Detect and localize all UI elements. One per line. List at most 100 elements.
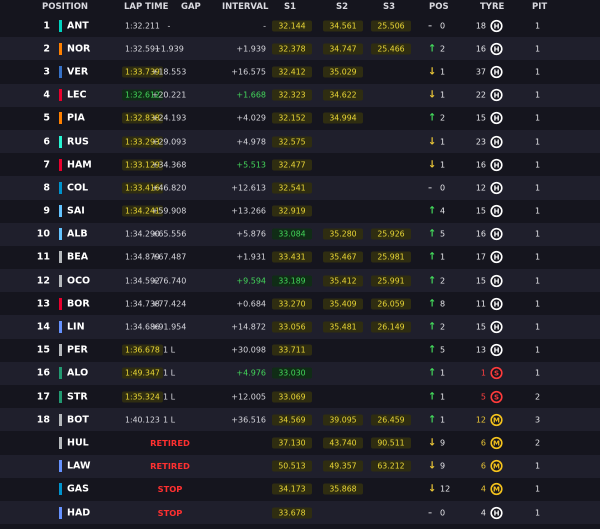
pit-stops: 1 [535,276,541,286]
driver-row[interactable]: 17 STR 1:35.324 1 L +12.005 33.069 ↑ 1 5 S 2 [0,385,600,408]
sector-2-time: 35.481 [323,321,363,333]
gap-value: +18.553 [151,67,187,77]
pit-stops: 1 [535,21,541,31]
pit-stops: 2 [535,438,541,448]
sector-1-time: 34.569 [272,414,312,426]
tyre-laps: 16 [475,229,486,239]
gap-value: +59.908 [151,206,187,216]
interval-value: +12.005 [231,392,266,402]
position-change-icon: ↓ [428,159,437,171]
driver-code: BOR [67,298,90,310]
header-pit[interactable]: PIT [532,2,547,12]
header-interval[interactable]: INTERVAL [222,2,268,12]
driver-row[interactable]: 3 VER 1:33.739 +18.553 +16.575 32.412 35.029 ↓ 1… [0,60,600,83]
sector-1-time: 32.919 [272,205,312,217]
sector-1-time: 32.378 [272,43,312,55]
driver-row[interactable]: 14 LIN 1:34.686 +91.954 +14.872 33.056 35.481 2… [0,315,600,339]
tyre-laps: 17 [475,252,486,262]
sector-2-time: 35.412 [323,275,363,287]
header-pos[interactable]: POS [429,2,449,12]
hard-tyre-icon: H [490,19,503,32]
position-number: 13 [36,298,50,310]
sector-3-time: 25.981 [371,251,411,263]
driver-row[interactable]: 8 COL 1:33.416 +46.820 +12.613 32.541-0 12 H 1 [0,176,600,200]
driver-row[interactable]: 18 BOT 1:40.123 1 L +36.516 34.569 39.095 26.45… [0,408,600,432]
driver-row[interactable]: 16 ALO 1:49.347 1 L +4.976 33.030 ↑ 1 1 S 1 [0,361,600,385]
sector-1-time: 33.069 [272,391,312,403]
position-change-value: 12 [440,484,451,494]
driver-row[interactable]: 2 NOR 1:32.591 +1.939 +1.939 32.378 34.747 25.4… [0,37,600,61]
tyre-laps: 12 [475,415,486,425]
driver-row[interactable]: 1 ANT 1:32.211- -32.144 34.561 25.506-0 18 H 1 [0,14,600,37]
gap-value: +29.093 [151,137,187,147]
tyre-laps: 22 [475,90,486,100]
driver-row[interactable]: HAD STOP 33.678 -0 4 H 1 [0,500,600,525]
tyre-laps: 37 [475,67,486,77]
tyre-laps: 11 [475,299,486,309]
header-position[interactable]: POSITION [42,2,88,12]
tyre-laps: 13 [475,345,486,355]
sector-1-time: 33.084 [272,228,312,240]
gap-value: 1 L [162,415,176,425]
interval-value: +4.978 [236,137,266,147]
interval-value: +1.939 [236,44,266,54]
team-color-bar [59,321,62,334]
tyre-laps: 6 [480,461,486,471]
header-s1[interactable]: S1 [284,2,296,12]
driver-row[interactable]: 5 PIA 1:32.838 +24.193 +4.029 32.152 34.994 ↑ 2 1… [0,107,600,130]
position-change-icon: - [428,182,433,194]
driver-row[interactable]: 4 LEC 1:32.612 +20.221 +1.668 32.323 34.622 ↓ 1 2… [0,83,600,107]
svg-text:H: H [494,184,500,192]
driver-row[interactable]: 13 BOR 1:34.738 +77.424 +0.684 33.270 35.409 26… [0,292,600,315]
pit-stops: 1 [535,206,541,216]
sector-2-time: 35.409 [323,298,363,310]
tyre-laps: 16 [475,160,486,170]
svg-text:M: M [493,416,500,424]
team-color-bar [59,181,62,194]
interval-value: +36.516 [231,415,266,425]
position-change-icon: ↑ [428,251,437,263]
header-s3[interactable]: S3 [383,2,395,12]
driver-row[interactable]: HUL RETIRED 37.130 43.740 90.511 ↓ 9 6 M 2 [0,431,600,454]
pit-stops: 1 [535,160,541,170]
driver-row[interactable]: GAS STOP 34.173 35.868 ↓ 12 4 M 1 [0,478,600,501]
header-s2[interactable]: S2 [336,2,348,12]
header-tyre[interactable]: TYRE [480,2,504,12]
sector-1-time: 32.412 [272,66,312,78]
gap-value: +65.556 [151,229,187,239]
driver-row[interactable]: 12 OCO 1:34.592 +76.740 +9.594 33.189 35.412 25… [0,269,600,293]
position-number: 12 [36,275,50,287]
driver-code: SAI [67,205,85,217]
driver-row[interactable]: 9 SAI 1:34.241 +59.908 +13.266 32.919 ↑ 4 15 H 1 [0,200,600,223]
driver-row[interactable]: LAW RETIRED 50.513 49.357 63.212 ↓ 9 6 M 1 [0,454,600,478]
team-color-bar [59,436,62,449]
driver-row[interactable]: 7 HAM 1:33.129 +34.368 +5.513 32.477 ↓ 1 16 H 1 [0,153,600,176]
header-lap-time[interactable]: LAP TIME [124,2,168,12]
interval-value: +9.594 [236,276,266,286]
gap-value: +20.221 [151,90,187,100]
driver-code: RUS [67,136,89,148]
position-change-icon: - [428,20,433,32]
sector-1-time: 33.711 [272,344,312,356]
driver-row[interactable]: 15 PER 1:36.678 1 L +30.098 33.711 ↑ 5 13 H 1 [0,339,600,362]
position-number: 1 [43,20,50,32]
driver-code: VER [67,66,89,78]
sector-3-time: 25.506 [371,20,411,32]
interval-value: +0.684 [236,299,266,309]
hard-tyre-icon: H [490,181,503,195]
team-color-bar [59,42,62,55]
team-color-bar [59,135,62,148]
driver-row[interactable]: 11 BEA 1:34.879 +67.487 +1.931 33.431 35.467 25… [0,246,600,269]
driver-code: LEC [67,89,87,101]
header-gap[interactable]: GAP [181,2,201,12]
position-change-icon: ↑ [428,414,437,426]
medium-tyre-icon: M [490,460,503,473]
driver-row[interactable]: 6 RUS 1:33.293 +29.093 +4.978 32.575 ↓ 1 23 H 1 [0,129,600,154]
svg-text:S: S [494,393,499,401]
pit-stops: 1 [535,322,541,332]
driver-row[interactable]: 10 ALB 1:34.290 +65.556 +5.876 33.084 35.280 25… [0,222,600,246]
interval-value: +5.513 [236,160,266,170]
medium-tyre-icon: M [490,483,503,496]
sector-1-time: 37.130 [272,437,312,449]
interval-value: +16.575 [231,67,266,77]
